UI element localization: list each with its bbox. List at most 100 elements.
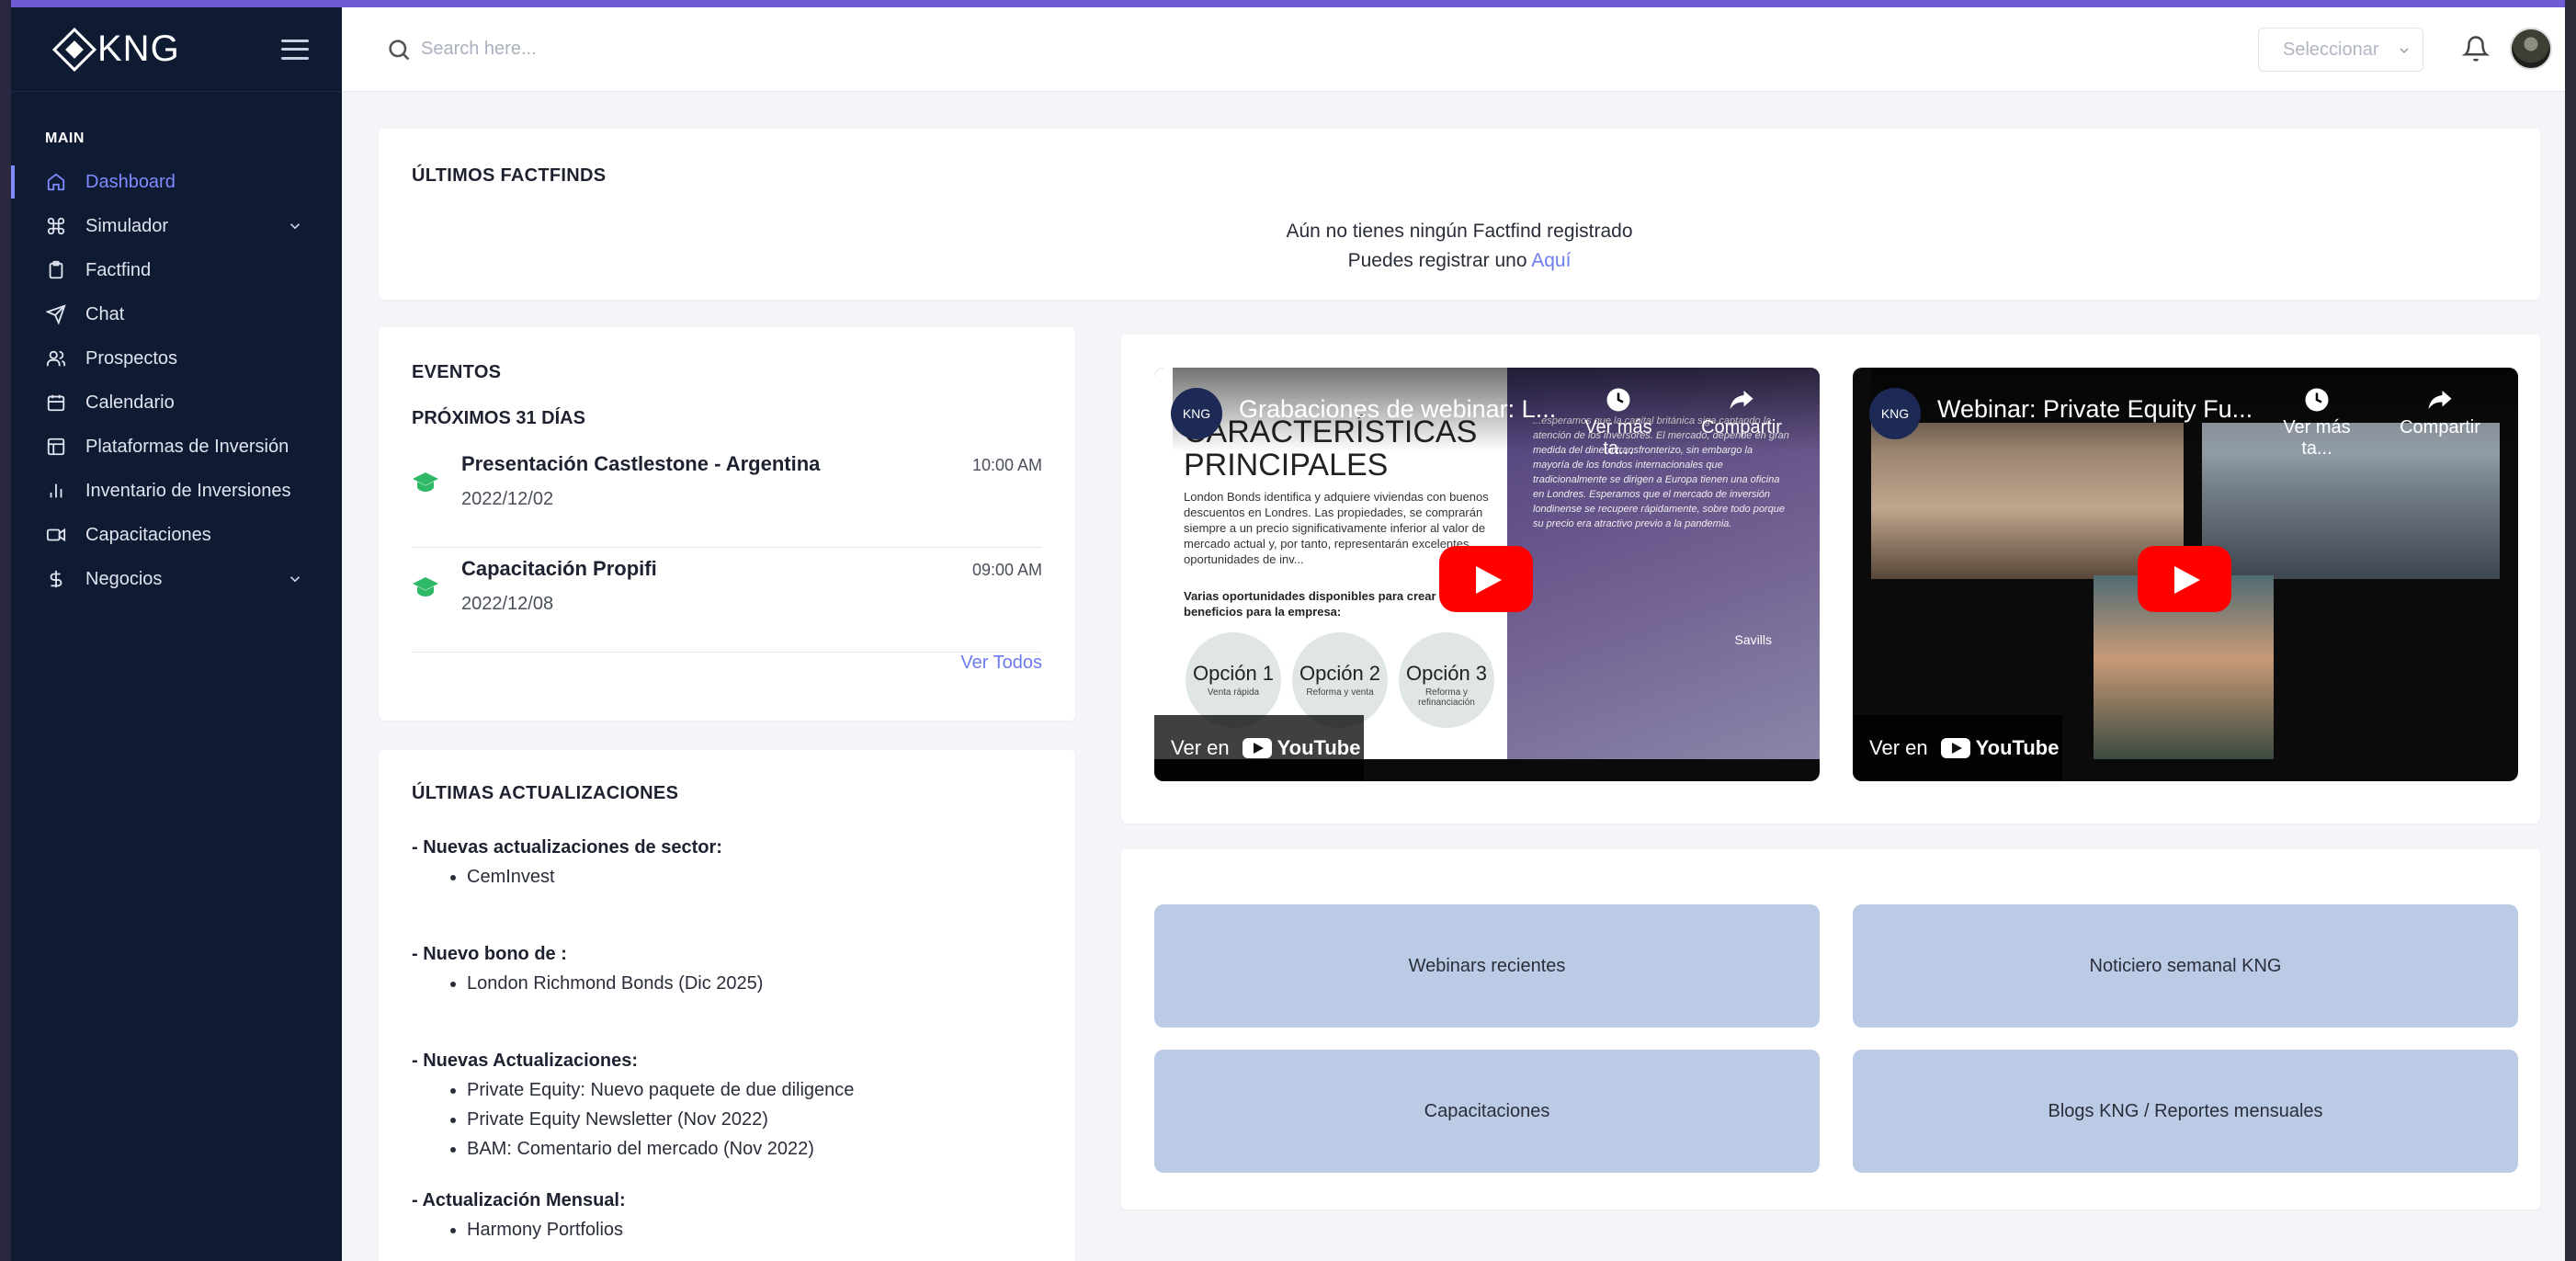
select-value: Seleccionar [2283, 39, 2379, 60]
notification-bell-icon[interactable] [2461, 35, 2491, 62]
app-frame: KNG MAIN Dashboard Simulador Factfind Ch… [11, 7, 2576, 1261]
clock-icon [1606, 388, 1630, 412]
graduation-cap-icon [412, 471, 439, 494]
sidebar-item-plataformas[interactable]: Plataformas de Inversión [11, 425, 342, 469]
sidebar-item-negocios[interactable]: Negocios [11, 557, 342, 601]
send-icon [45, 303, 67, 325]
slide-bold-text: Varias oportunidades disponibles para cr… [1184, 589, 1436, 619]
youtube-logo: YouTube [1242, 736, 1360, 760]
sidebar-item-prospectos[interactable]: Prospectos [11, 336, 342, 381]
sidebar-item-dashboard[interactable]: Dashboard [11, 160, 342, 204]
sidebar-item-calendario[interactable]: Calendario [11, 381, 342, 425]
option-circle: Opción 1 Venta rápida [1186, 632, 1281, 728]
users-icon [45, 347, 67, 369]
share-button[interactable]: Compartir [1691, 386, 1792, 438]
event-item[interactable]: Presentación Castlestone - Argentina 202… [412, 452, 1042, 548]
channel-logo[interactable]: KNG [1171, 388, 1222, 439]
watch-later-button[interactable]: Ver más ta... [2266, 386, 2367, 460]
update-list: Private Equity: Nuevo paquete de due dil… [412, 1075, 1046, 1164]
empty-line-1: Aún no tienes ningún Factfind registrado [1286, 221, 1633, 242]
card-title: EVENTOS [412, 362, 502, 382]
option-sub: Reforma y venta [1306, 687, 1374, 698]
chevron-down-icon[interactable] [287, 218, 303, 234]
update-item: London Richmond Bonds (Dic 2025) [467, 969, 1046, 998]
dollar-icon [45, 568, 67, 590]
sidebar-item-label: Negocios [85, 568, 163, 589]
sidebar-item-factfind[interactable]: Factfind [11, 248, 342, 292]
logo-text: KNG [97, 28, 180, 69]
watch-on-label: Ver en [1869, 736, 1928, 759]
tile-blogs-reportes[interactable]: Blogs KNG / Reportes mensuales [1853, 1050, 2518, 1173]
watch-on-youtube-button[interactable]: Ver en YouTube [1853, 715, 2062, 781]
play-button[interactable] [2138, 546, 2231, 612]
youtube-embed[interactable]: CARACTERÍSTICAS PRINCIPALES London Bonds… [1154, 368, 1820, 781]
update-list: London Richmond Bonds (Dic 2025) [412, 969, 1046, 998]
play-button[interactable] [1439, 546, 1533, 612]
chevron-down-icon [2397, 42, 2411, 57]
clipboard-icon [45, 259, 67, 281]
update-item: BAM: Comentario del mercado (Nov 2022) [467, 1134, 1046, 1164]
share-icon [1730, 391, 1753, 409]
video-title[interactable]: Grabaciones de webinar: L... [1239, 395, 1556, 424]
video-icon [45, 524, 67, 546]
sidebar-item-inventario[interactable]: Inventario de Inversiones [11, 469, 342, 513]
logo[interactable]: KNG [51, 27, 180, 72]
graduation-cap-icon [412, 575, 439, 599]
sidebar-item-capacitaciones[interactable]: Capacitaciones [11, 513, 342, 557]
language-select[interactable]: Seleccionar [2258, 28, 2423, 72]
update-group-heading: - Nuevas actualizaciones de sector: [412, 837, 722, 858]
option-circle: Opción 2 Reforma y venta [1292, 632, 1388, 728]
sidebar-item-chat[interactable]: Chat [11, 292, 342, 336]
watch-on-youtube-button[interactable]: Ver en YouTube [1154, 715, 1364, 781]
option-title: Opción 3 [1405, 662, 1488, 685]
tile-capacitaciones[interactable]: Capacitaciones [1154, 1050, 1820, 1173]
tile-webinars-recientes[interactable]: Webinars recientes [1154, 904, 1820, 1028]
window-right-edge [2565, 0, 2576, 1261]
share-label: Compartir [1701, 417, 1782, 437]
event-time: 10:00 AM [971, 456, 1042, 474]
menu-toggle-icon[interactable] [281, 39, 309, 60]
sidebar-item-simulador[interactable]: Simulador [11, 204, 342, 248]
update-list: Harmony Portfolios [412, 1215, 1046, 1244]
youtube-play-icon [1940, 738, 1970, 758]
events-card: EVENTOS PRÓXIMOS 31 DÍAS Presentación Ca… [379, 327, 1075, 721]
watch-later-button[interactable]: Ver más ta... [1568, 386, 1669, 460]
layout-icon [45, 436, 67, 458]
sidebar-item-label: Factfind [85, 259, 152, 280]
search-input[interactable] [421, 33, 972, 64]
events-subtitle: PRÓXIMOS 31 DÍAS [412, 408, 585, 428]
sidebar-item-label: Simulador [85, 215, 169, 236]
card-title: ÚLTIMAS ACTUALIZACIONES [412, 783, 679, 803]
factfinds-empty-message: Aún no tienes ningún Factfind registrado… [379, 217, 2540, 276]
sidebar-item-label: Plataformas de Inversión [85, 436, 289, 457]
share-button[interactable]: Compartir [2389, 386, 2491, 438]
update-item: Private Equity: Nuevo paquete de due dil… [467, 1075, 1046, 1105]
youtube-embed[interactable]: KNG Webinar: Private Equity Fu... Ver má… [1853, 368, 2518, 781]
top-header: Seleccionar [342, 7, 2565, 92]
quick-links-card: Webinars recientes Noticiero semanal KNG… [1121, 849, 2540, 1210]
updates-body: - Nuevas actualizaciones de sector: CemI… [412, 833, 1046, 1244]
youtube-play-icon [1242, 738, 1272, 758]
watch-later-label: Ver más ta... [2283, 417, 2351, 459]
user-avatar[interactable] [2510, 28, 2552, 70]
video-title[interactable]: Webinar: Private Equity Fu... [1937, 395, 2253, 424]
search-icon[interactable] [386, 37, 412, 62]
share-icon [2428, 391, 2452, 409]
event-date: 2022/12/02 [461, 489, 554, 509]
window-left-edge [0, 0, 11, 1261]
channel-logo[interactable]: KNG [1869, 388, 1921, 439]
chevron-down-icon[interactable] [287, 571, 303, 587]
update-item: Private Equity Newsletter (Nov 2022) [467, 1105, 1046, 1134]
update-group-heading: - Nuevo bono de : [412, 944, 567, 964]
option-sub: Venta rápida [1207, 687, 1260, 698]
event-item[interactable]: Capacitación Propifi 2022/12/08 09:00 AM [412, 557, 1042, 653]
watch-later-label: Ver más ta... [1584, 417, 1652, 459]
tile-noticiero-semanal[interactable]: Noticiero semanal KNG [1853, 904, 2518, 1028]
event-time: 09:00 AM [971, 561, 1042, 579]
event-date: 2022/12/08 [461, 594, 554, 614]
sidebar-item-label: Capacitaciones [85, 524, 211, 545]
register-factfind-link[interactable]: Aquí [1531, 250, 1571, 271]
watch-on-label: Ver en [1171, 736, 1230, 759]
update-group-heading: - Nuevas Actualizaciones: [412, 1051, 639, 1071]
view-all-events-link[interactable]: Ver Todos [960, 653, 1042, 674]
